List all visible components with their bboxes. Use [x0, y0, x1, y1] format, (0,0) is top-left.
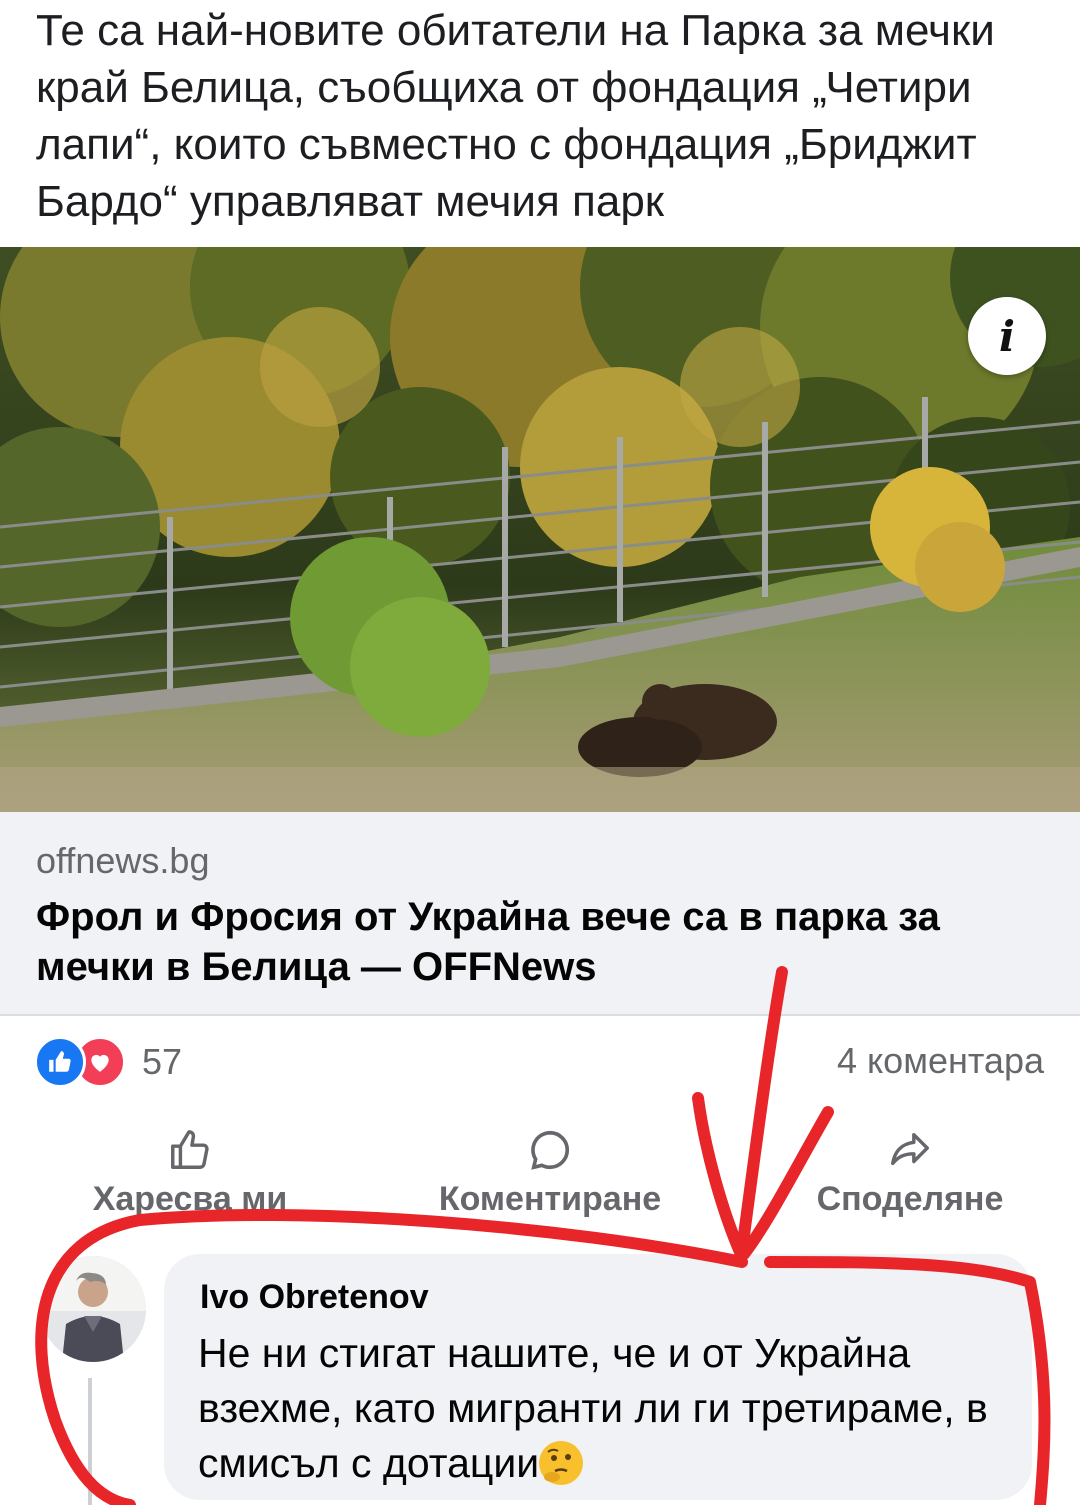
thinking-face-emoji — [539, 1441, 584, 1485]
info-icon[interactable]: i — [968, 297, 1046, 375]
comment-label: Коментиране — [438, 1180, 662, 1218]
comment-text-body: Не ни стигат нашите, че и от Украйна взе… — [198, 1330, 988, 1486]
share-label: Споделяне — [816, 1180, 1004, 1218]
like-button[interactable]: Харесва ми — [70, 1120, 310, 1219]
bear-park-photo — [0, 247, 1080, 812]
post-photo[interactable]: i — [0, 247, 1080, 812]
annotation-arrow-head-left — [692, 1092, 746, 1258]
thumbs-up-icon — [34, 1036, 86, 1088]
avatar[interactable] — [40, 1256, 146, 1362]
reaction-count: 57 — [142, 1041, 183, 1082]
comment-bubble[interactable]: Ivo Obretenov Не ни стигат нашите, че и … — [164, 1254, 1032, 1500]
comment-bubble-icon — [410, 1120, 690, 1180]
like-label: Харесва ми — [92, 1180, 288, 1218]
comment-author[interactable]: Ivo Obretenov — [200, 1278, 429, 1317]
link-preview-card[interactable]: offnews.bg Фрол и Фросия от Украйна вече… — [0, 812, 1080, 1016]
thumbs-up-icon — [70, 1120, 310, 1180]
thread-line — [88, 1378, 92, 1505]
reaction-summary[interactable]: 57 — [34, 1036, 183, 1088]
comment-count[interactable]: 4 коментара — [837, 1040, 1044, 1082]
share-arrow-icon — [790, 1120, 1030, 1180]
comment-text: Не ни стигат нашите, че и от Украйна взе… — [198, 1326, 1028, 1491]
comment-button[interactable]: Коментиране — [410, 1120, 690, 1219]
share-button[interactable]: Споделяне — [790, 1120, 1030, 1219]
link-title[interactable]: Фрол и Фросия от Украйна вече са в парка… — [36, 892, 1016, 992]
link-domain: offnews.bg — [36, 840, 210, 881]
post-text: Те са най-новите обитатели на Парка за м… — [36, 6, 995, 226]
